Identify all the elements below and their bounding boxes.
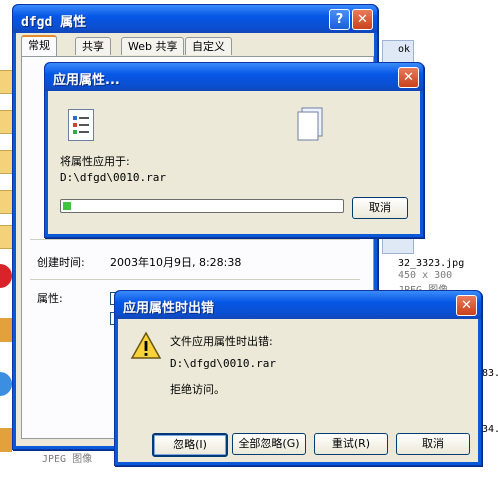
apply-title: 应用属性... bbox=[53, 73, 120, 88]
close-button[interactable]: ✕ bbox=[398, 67, 419, 88]
error-detail: 拒绝访问。 bbox=[170, 383, 225, 396]
ignore-all-button[interactable]: 全部忽略(G) bbox=[232, 433, 306, 455]
error-body: 文件应用属性时出错: D:\dfgd\0010.rar 拒绝访问。 忽略(I) … bbox=[118, 319, 478, 462]
properties-title: dfgd 属性 bbox=[21, 15, 87, 30]
ie-icon bbox=[0, 372, 12, 396]
file-icon bbox=[0, 428, 12, 452]
apply-body: 将属性应用于: D:\dfgd\0010.rar 取消 bbox=[48, 91, 420, 234]
help-button[interactable]: ? bbox=[329, 9, 350, 30]
divider bbox=[30, 239, 360, 240]
file-dimensions: 450 x 300 bbox=[398, 270, 453, 281]
cancel-button[interactable]: 取消 bbox=[352, 197, 408, 219]
file-type: JPEG 图像 bbox=[42, 454, 93, 465]
error-title: 应用属性时出错 bbox=[123, 301, 215, 316]
retry-button[interactable]: 重试(R) bbox=[314, 433, 388, 455]
file-name[interactable]: 32_3323.jpg bbox=[398, 258, 464, 269]
app-icon bbox=[0, 264, 12, 288]
file-name[interactable]: ok bbox=[398, 44, 410, 55]
close-button[interactable]: ✕ bbox=[456, 295, 477, 316]
error-message: 文件应用属性时出错: bbox=[170, 335, 273, 348]
apply-path: D:\dfgd\0010.rar bbox=[60, 171, 166, 184]
file-name-fragment: 83. bbox=[482, 368, 498, 379]
error-path: D:\dfgd\0010.rar bbox=[170, 357, 276, 370]
documents-icon bbox=[296, 107, 323, 141]
progress-bar bbox=[60, 199, 344, 213]
file-name-fragment: 34. bbox=[482, 424, 498, 435]
error-cancel-button[interactable]: 取消 bbox=[396, 433, 470, 455]
tab-web-sharing[interactable]: Web 共享 bbox=[121, 37, 185, 55]
close-button[interactable]: ✕ bbox=[352, 9, 373, 30]
properties-titlebar[interactable]: dfgd 属性 ? ✕ bbox=[13, 5, 377, 33]
file-icon bbox=[0, 318, 12, 342]
tab-custom[interactable]: 自定义 bbox=[185, 37, 232, 55]
apply-message: 将属性应用于: bbox=[60, 155, 130, 168]
progress-fill bbox=[63, 202, 71, 210]
error-dialog: 应用属性时出错 ✕ 文件应用属性时出错: D:\dfgd\0010.rar 拒绝… bbox=[114, 290, 482, 466]
property-sheet-icon bbox=[68, 109, 94, 141]
created-label: 创建时间: bbox=[37, 256, 85, 269]
apply-attributes-dialog: 应用属性... ✕ 将属性应用于: D:\dfgd\0010.rar 取消 bbox=[44, 62, 424, 238]
ignore-button[interactable]: 忽略(I) bbox=[152, 433, 228, 457]
tab-sharing[interactable]: 共享 bbox=[75, 37, 111, 55]
divider bbox=[30, 279, 360, 280]
created-value: 2003年10月9日, 8:28:38 bbox=[110, 256, 242, 269]
error-titlebar[interactable]: 应用属性时出错 ✕ bbox=[115, 291, 481, 319]
tab-strip: 常规 共享 Web 共享 自定义 bbox=[21, 35, 371, 57]
warning-icon bbox=[130, 331, 162, 361]
apply-titlebar[interactable]: 应用属性... ✕ bbox=[45, 63, 423, 91]
tab-general[interactable]: 常规 bbox=[21, 35, 57, 56]
attributes-label: 属性: bbox=[37, 292, 63, 305]
